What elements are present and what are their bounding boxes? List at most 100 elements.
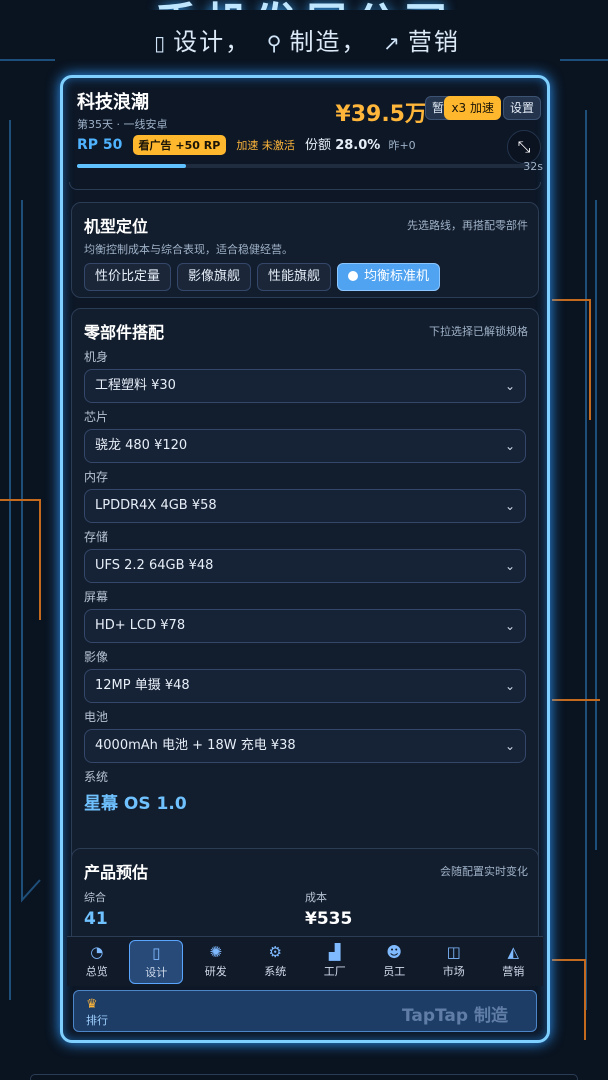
part-label-camera: 影像: [84, 650, 109, 664]
option-performance-flagship[interactable]: 性能旗舰: [257, 263, 332, 291]
nav-market[interactable]: ◫ 市场: [427, 940, 481, 984]
rp-row: RP 50 看广告 +50 RP 加速 未激活 份额 28.0% 昨+0 ⤡: [77, 130, 541, 164]
select-body-value: 工程塑料 ¥30: [95, 378, 176, 393]
speed-button[interactable]: x3 加速: [444, 96, 501, 120]
chart-icon: ↗: [383, 31, 402, 55]
megaphone-icon: ◭: [507, 942, 520, 961]
part-label-chip: 芯片: [84, 410, 109, 424]
nav-design-label: 设计: [145, 965, 168, 979]
rp-value: RP 50: [77, 137, 123, 153]
estimate-hint: 会随配置实时变化: [440, 865, 528, 878]
nav-market-label: 市场: [442, 964, 465, 978]
estimate-grid: 综合 41 成本 ¥535: [84, 889, 526, 929]
chevron-down-icon: ⌄: [504, 379, 515, 393]
select-battery[interactable]: 4000mAh 电池 + 18W 充电 ¥38 ⌄: [84, 729, 526, 763]
overall-label: 综合: [84, 891, 106, 904]
header: 科技浪潮 第35天 · 一线安卓 ¥39.5万 暂停 x3 加速 设置 RP 5…: [63, 78, 547, 190]
nav-marketing[interactable]: ◭ 营销: [486, 940, 540, 984]
chevron-down-icon: ⌄: [504, 679, 515, 693]
banner-title: 手机发展公司: [0, 0, 608, 10]
positioning-hint: 先选路线，再搭配零部件: [407, 219, 528, 232]
chevron-down-icon: ⌄: [504, 739, 515, 753]
subtitle-design: 设计，: [173, 28, 252, 56]
select-body[interactable]: 工程塑料 ¥30 ⌄: [84, 369, 526, 403]
chevron-down-icon: ⌄: [504, 619, 515, 633]
part-label-os: 系统: [84, 770, 109, 784]
cost-value: ¥535: [305, 909, 353, 929]
taptap-watermark: TapTap 制造: [401, 1006, 508, 1026]
positioning-card: 机型定位 先选路线，再搭配零部件 均衡控制成本与综合表现，适合稳健经营。 性价比…: [71, 202, 539, 298]
select-chip-value: 骁龙 480 ¥120: [95, 438, 188, 453]
yesterday-change: 昨+0: [388, 139, 416, 152]
nav-factory[interactable]: ▟ 工厂: [308, 940, 362, 984]
gauge-icon: ◔: [90, 942, 104, 961]
phone-icon: ▯: [154, 31, 168, 55]
cost-label: 成本: [305, 891, 327, 904]
select-chip[interactable]: 骁龙 480 ¥120 ⌄: [84, 429, 526, 463]
select-memory-value: LPDDR4X 4GB ¥58: [95, 498, 217, 513]
boost-status: 加速 未激活: [236, 139, 295, 152]
overall-col: 综合 41: [84, 889, 305, 929]
select-screen-value: HD+ LCD ¥78: [95, 618, 186, 633]
money-display: ¥39.5万: [335, 102, 427, 127]
settings-button[interactable]: 设置: [502, 96, 541, 120]
select-storage[interactable]: UFS 2.2 64GB ¥48 ⌄: [84, 549, 526, 583]
people-icon: ☻: [386, 942, 403, 961]
parts-hint: 下拉选择已解锁规格: [429, 325, 528, 338]
watch-ad-button[interactable]: 看广告 +50 RP: [132, 135, 227, 155]
factory-icon: ▟: [328, 942, 341, 961]
market-share: 份额 28.0%: [305, 138, 380, 153]
game-panel: 科技浪潮 第35天 · 一线安卓 ¥39.5万 暂停 x3 加速 设置 RP 5…: [60, 75, 550, 1043]
trophy-icon: ♛: [86, 997, 98, 1012]
nav-overview[interactable]: ◔ 总览: [70, 940, 124, 984]
option-balanced[interactable]: 均衡标准机: [337, 263, 441, 291]
nav-overview-label: 总览: [85, 964, 108, 978]
timer: 32s: [523, 160, 543, 173]
positioning-options: 性价比定量 影像旗舰 性能旗舰 均衡标准机: [84, 263, 526, 291]
chevron-down-icon: ⌄: [504, 559, 515, 573]
part-label-battery: 电池: [84, 710, 109, 724]
option-value[interactable]: 性价比定量: [84, 263, 172, 291]
bottom-nav: ◔ 总览 ▯ 设计 ✺ 研发 ⚙ 系统 ▟ 工厂 ☻ 员工 ◫ 市场 ◭ 营销: [67, 936, 543, 986]
nav-marketing-label: 营销: [502, 964, 525, 978]
progress-fill: [77, 164, 187, 168]
select-memory[interactable]: LPDDR4X 4GB ¥58 ⌄: [84, 489, 526, 523]
chevron-down-icon: ⌄: [504, 499, 515, 513]
phone-icon: ▯: [152, 943, 161, 962]
cog-icon: ⚙: [268, 942, 282, 961]
overall-value: 41: [84, 909, 108, 929]
subtitle-manufacture: 制造，: [289, 28, 368, 56]
market-icon: ◫: [446, 942, 461, 961]
part-label-memory: 内存: [84, 470, 109, 484]
cost-col: 成本 ¥535: [305, 889, 526, 929]
banner-subtitle: ▯ 设计， ⚲ 制造， ↗ 营销: [0, 22, 608, 57]
bottom-card-edge: [30, 1074, 578, 1080]
ranking-bar[interactable]: ♛ 排行 TapTap 制造: [73, 990, 537, 1032]
parts-card: 零部件搭配 下拉选择已解锁规格 机身 工程塑料 ¥30 ⌄ 芯片 骁龙 480 ¥…: [71, 308, 539, 936]
positioning-desc: 均衡控制成本与综合表现，适合稳健经营。: [84, 243, 293, 256]
nav-research[interactable]: ✺ 研发: [189, 940, 243, 984]
part-label-storage: 存储: [84, 530, 109, 544]
os-value: 星幕 OS 1.0: [84, 794, 187, 814]
nav-research-label: 研发: [204, 964, 227, 978]
day-progress-bar: [77, 164, 533, 168]
select-screen[interactable]: HD+ LCD ¥78 ⌄: [84, 609, 526, 643]
selected-dot-icon: [348, 271, 359, 281]
gear-icon: ✺: [209, 942, 223, 961]
nav-design[interactable]: ▯ 设计: [129, 939, 184, 984]
nav-staff[interactable]: ☻ 员工: [367, 940, 421, 984]
chevron-down-icon: ⌄: [504, 439, 515, 453]
collapsed-card: [69, 182, 541, 190]
collapse-icon[interactable]: ⤡: [507, 130, 541, 164]
select-camera[interactable]: 12MP 单摄 ¥48 ⌄: [84, 669, 526, 703]
subtitle-marketing: 营销: [407, 28, 460, 56]
nav-system[interactable]: ⚙ 系统: [248, 940, 302, 984]
share-label: 份额: [305, 138, 332, 153]
share-value: 28.0%: [335, 138, 381, 153]
select-battery-value: 4000mAh 电池 + 18W 充电 ¥38: [95, 738, 296, 753]
option-camera-flagship[interactable]: 影像旗舰: [177, 263, 252, 291]
wrench-icon: ⚲: [266, 31, 284, 55]
select-camera-value: 12MP 单摄 ¥48: [95, 678, 190, 693]
nav-system-label: 系统: [264, 964, 287, 978]
select-storage-value: UFS 2.2 64GB ¥48: [95, 558, 214, 573]
